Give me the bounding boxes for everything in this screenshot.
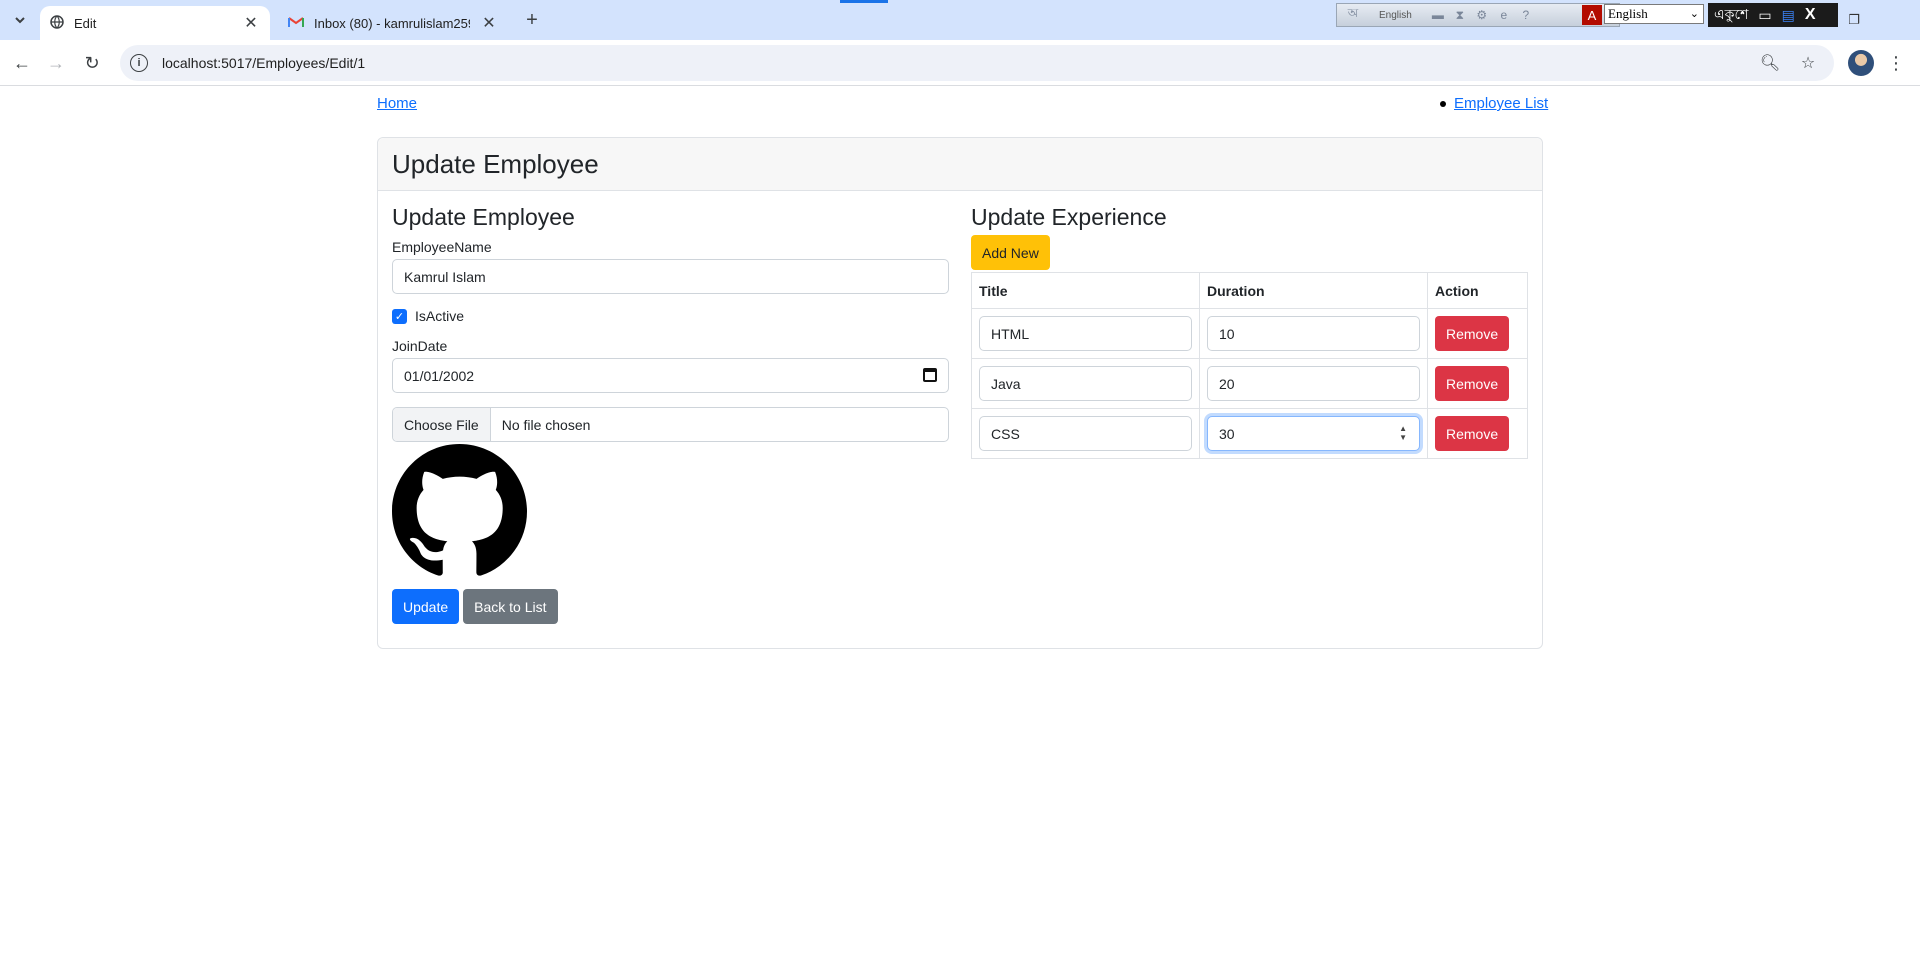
chevron-down-icon: ⌄ <box>1689 8 1699 20</box>
experience-section-title: Update Experience <box>971 204 1167 230</box>
experience-duration-value: 20 <box>1219 375 1235 392</box>
file-status: No file chosen <box>501 416 591 433</box>
site-info-icon[interactable]: i <box>130 54 148 72</box>
remove-button[interactable]: Remove <box>1435 316 1510 351</box>
reload-icon[interactable]: ↻ <box>80 51 104 75</box>
employee-name-input[interactable]: Kamrul Islam <box>392 259 949 294</box>
experience-section: Update Experience Add New Title Duration… <box>971 204 1528 459</box>
menu-icon[interactable]: ⋮ <box>1884 51 1908 75</box>
bangla-label: একুশে <box>1714 6 1749 22</box>
github-icon <box>392 444 527 579</box>
experience-duration-input[interactable]: 30 ▲ ▼ <box>1207 416 1420 451</box>
experience-title-input[interactable]: CSS <box>979 416 1192 451</box>
browser-toolbar: ← → ↻ i localhost:5017/Employees/Edit/1 … <box>0 40 1920 86</box>
calendar-icon[interactable] <box>923 368 937 382</box>
employee-form: Update Employee EmployeeName Kamrul Isla… <box>392 204 949 624</box>
zoom-icon[interactable]: 🔍︎ <box>1758 51 1782 75</box>
tab-gmail[interactable]: Inbox (80) - kamrulislam25925 ✕ <box>278 6 508 40</box>
close-icon[interactable]: X <box>1805 6 1816 24</box>
experience-title-value: Java <box>991 375 1021 392</box>
spinner-icon[interactable]: ▲ ▼ <box>1399 424 1407 442</box>
add-new-button[interactable]: Add New <box>971 235 1050 270</box>
table-row: CSS 30 ▲ ▼ Remove <box>971 408 1528 459</box>
employee-list-link[interactable]: Employee List <box>1454 95 1548 112</box>
experience-duration-value: 30 <box>1219 425 1235 442</box>
tab-title: Inbox (80) - kamrulislam25925 <box>314 15 470 31</box>
bangla-toolbar: একুশে ▭ ▤ X <box>1708 3 1838 27</box>
help-icon[interactable]: ? <box>1518 7 1534 23</box>
card-header: Update Employee <box>378 138 1542 191</box>
profile-avatar[interactable] <box>1848 50 1874 76</box>
is-active-checkbox[interactable]: ✓ <box>392 308 407 324</box>
forward-arrow-icon[interactable]: → <box>44 51 68 75</box>
flag-icon[interactable]: ▤ <box>1782 7 1795 24</box>
gear-icon[interactable]: ⚙ <box>1474 7 1490 23</box>
experience-title-input[interactable]: Java <box>979 366 1192 401</box>
form-actions: Update Back to List <box>392 589 949 624</box>
experience-duration-input[interactable]: 10 <box>1207 316 1420 351</box>
remove-button[interactable]: Remove <box>1435 416 1510 451</box>
home-link[interactable]: Home <box>377 95 417 112</box>
join-date-label: JoinDate <box>392 338 448 354</box>
column-header-duration: Duration <box>1199 272 1428 309</box>
language-indicator: English <box>1379 9 1412 21</box>
browser-icon[interactable]: e <box>1496 7 1512 23</box>
column-header-action: Action <box>1427 272 1528 309</box>
language-select-value: English <box>1608 6 1648 21</box>
back-arrow-icon[interactable]: ← <box>10 51 34 75</box>
column-header-title: Title <box>971 272 1200 309</box>
nav-list: Employee List <box>1440 95 1548 112</box>
address-url[interactable]: localhost:5017/Employees/Edit/1 <box>162 55 365 71</box>
new-tab-icon[interactable]: + <box>520 8 544 32</box>
list-bullet <box>1440 100 1446 107</box>
experience-duration-value: 10 <box>1219 325 1235 342</box>
is-active-row: ✓ IsActive <box>392 308 949 324</box>
is-active-label: IsActive <box>415 308 465 324</box>
update-button[interactable]: Update <box>392 589 460 624</box>
join-date-input[interactable]: 01/01/2002 <box>392 358 949 393</box>
globe-icon <box>50 14 64 32</box>
browser-tabstrip: Edit ✕ Inbox (80) - kamrulislam25925 ✕ +… <box>0 0 1920 40</box>
page-content: Home Employee List Update Employee Updat… <box>0 87 1920 954</box>
join-date-value: 01/01/2002 <box>404 367 475 384</box>
back-to-list-button[interactable]: Back to List <box>463 589 558 624</box>
gmail-icon <box>288 16 304 31</box>
language-select[interactable]: English ⌄ <box>1604 4 1704 24</box>
experience-title-value: CSS <box>991 425 1020 442</box>
table-row: HTML 10 Remove <box>971 308 1528 359</box>
minimize-icon[interactable]: ▭ <box>1758 7 1771 24</box>
experience-title-value: HTML <box>991 325 1030 342</box>
close-icon[interactable]: ✕ <box>480 14 498 32</box>
address-bar[interactable]: i localhost:5017/Employees/Edit/1 🔍︎ ☆ <box>120 45 1834 81</box>
employee-section-title: Update Employee <box>392 204 575 230</box>
experience-duration-input[interactable]: 20 <box>1207 366 1420 401</box>
acrobat-icon[interactable]: A <box>1582 5 1602 25</box>
tab-title: Edit <box>74 15 97 31</box>
employee-card: Update Employee Update Employee Employee… <box>377 137 1543 649</box>
experience-title-input[interactable]: HTML <box>979 316 1192 351</box>
close-icon[interactable]: ✕ <box>242 14 260 32</box>
employee-name-value: Kamrul Islam <box>404 268 486 285</box>
tab-indicator <box>840 0 888 3</box>
choose-file-button[interactable]: Choose File <box>393 408 491 441</box>
tab-edit[interactable]: Edit ✕ <box>40 6 270 40</box>
page-title: Update Employee <box>392 148 599 179</box>
restore-window-icon[interactable]: ❐ <box>1842 8 1866 32</box>
hourglass-icon[interactable]: ⧗ <box>1452 7 1468 23</box>
star-icon[interactable]: ☆ <box>1796 51 1820 75</box>
remove-button[interactable]: Remove <box>1435 366 1510 401</box>
table-row: Java 20 Remove <box>971 358 1528 409</box>
table-header-row: Title Duration Action <box>971 272 1528 309</box>
file-input[interactable]: Choose File No file chosen <box>392 407 949 442</box>
employee-name-label: EmployeeName <box>392 239 492 255</box>
language-toolbar: অ English ▬ ⧗ ⚙ e ? <box>1336 3 1620 27</box>
avro-icon[interactable]: অ <box>1345 6 1361 23</box>
tab-search-icon[interactable] <box>8 8 32 32</box>
keyboard-icon[interactable]: ▬ <box>1430 7 1446 23</box>
experience-table: Title Duration Action HTML 10 Remove Jav… <box>971 272 1528 459</box>
